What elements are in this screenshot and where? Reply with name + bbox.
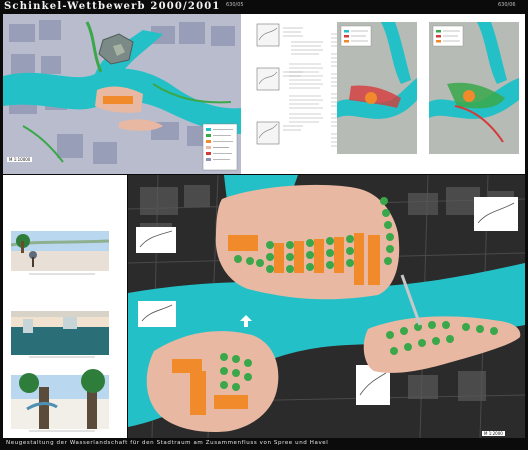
scale-label-overview: M 1:10000 — [7, 157, 33, 162]
poster-title: Schinkel-Wettbewerb 2000/2001 — [4, 1, 221, 12]
page-label-left: 630/05 — [226, 2, 244, 8]
perspective-panel — [3, 175, 127, 438]
footer: Neugestaltung der Wasserlandschaft für d… — [0, 438, 528, 450]
perspective-photo-1 — [10, 231, 110, 271]
perspective-photo-2 — [11, 311, 109, 355]
site-plan: M 1:2000 — [127, 174, 526, 439]
overview-map: M 1:10000 — [3, 14, 241, 174]
perspective-photo-3 — [11, 369, 109, 429]
page-label-right: 630/06 — [498, 2, 516, 8]
footer-text: Neugestaltung der Wasserlandschaft für d… — [6, 440, 329, 446]
top-bar: Schinkel-Wettbewerb 2000/2001 630/05 630… — [0, 0, 528, 14]
poster: Schinkel-Wettbewerb 2000/2001 630/05 630… — [0, 0, 528, 450]
scale-label-site-plan: M 1:2000 — [482, 431, 505, 436]
concept-panel — [241, 14, 525, 174]
